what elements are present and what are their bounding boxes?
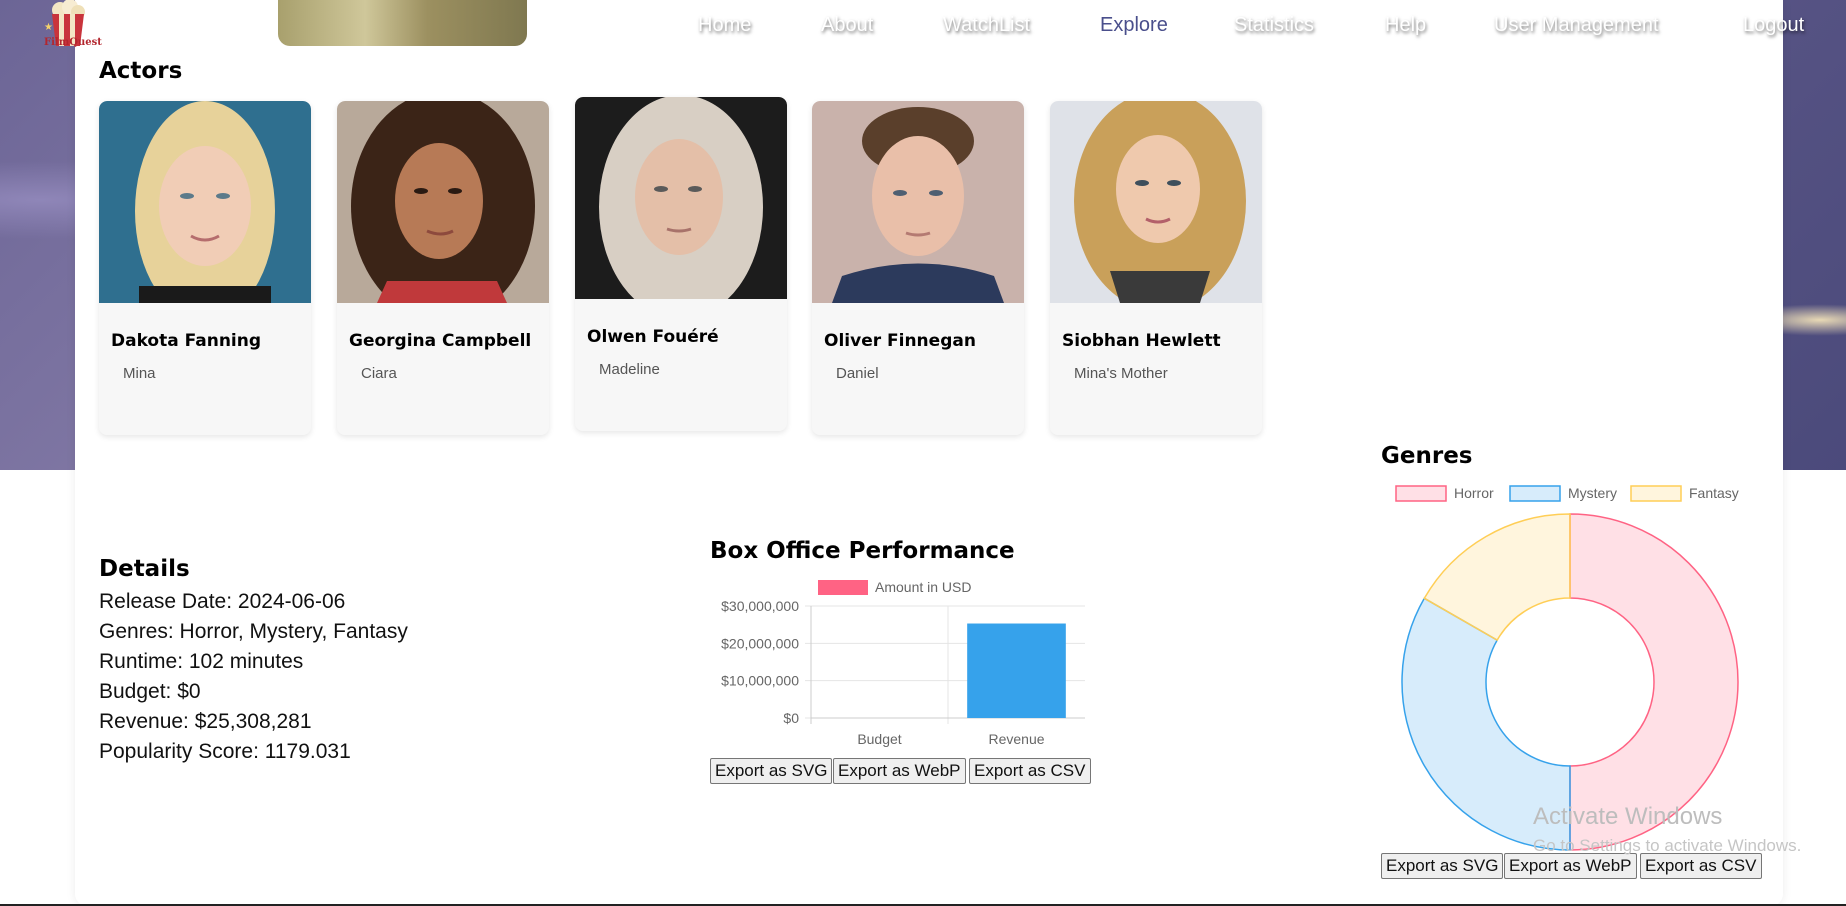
nav-about[interactable]: About <box>821 14 873 37</box>
box-office-export-webp-button[interactable]: Export as WebP <box>833 758 966 784</box>
actor-role: Mina <box>123 365 156 382</box>
actor-card[interactable]: Olwen Fouéré Madeline <box>575 97 787 431</box>
actor-name: Oliver Finnegan <box>824 331 976 351</box>
actor-name: Siobhan Hewlett <box>1062 331 1221 351</box>
actor-photo <box>1050 101 1262 303</box>
nav-help[interactable]: Help <box>1385 14 1426 37</box>
detail-popularity: Popularity Score: 1179.031 <box>99 740 351 763</box>
box-office-title: Box Office Performance <box>710 538 1015 564</box>
legend-label-horror: Horror <box>1454 485 1494 501</box>
genres-export-webp-button[interactable]: Export as WebP <box>1504 853 1637 879</box>
details-title: Details <box>99 556 190 582</box>
genres-doughnut-chart: Horror Mystery Fantasy <box>1395 485 1739 851</box>
legend-swatch-fantasy <box>1630 485 1682 502</box>
legend-label: Amount in USD <box>875 579 971 595</box>
legend-swatch <box>818 580 868 595</box>
genres-title: Genres <box>1381 443 1473 469</box>
actor-photo <box>812 101 1024 303</box>
detail-release-date: Release Date: 2024-06-06 <box>99 590 346 613</box>
actor-name: Olwen Fouéré <box>587 327 719 347</box>
actor-photo <box>99 101 311 303</box>
box-office-export-svg-button[interactable]: Export as SVG <box>710 758 833 784</box>
legend-swatch-mystery <box>1509 485 1561 502</box>
actor-role: Ciara <box>361 365 397 382</box>
detail-budget: Budget: $0 <box>99 680 201 703</box>
actor-card[interactable]: Georgina Campbell Ciara <box>337 101 549 435</box>
x-tick-label: Budget <box>857 731 901 747</box>
box-office-bar-chart: Amount in USD $0 $10,000,000 $20,000,000 $30… <box>721 579 1085 747</box>
y-tick-label: $0 <box>783 710 799 726</box>
legend-label-mystery: Mystery <box>1568 485 1617 501</box>
actor-role: Daniel <box>836 365 879 382</box>
nav-user-management[interactable]: User Management <box>1494 14 1659 37</box>
y-tick-label: $20,000,000 <box>721 635 799 651</box>
y-tick-label: $30,000,000 <box>721 598 799 614</box>
slice-horror <box>1569 513 1739 851</box>
main-nav: Home About WatchList Explore Statistics … <box>0 14 1846 44</box>
nav-logout[interactable]: Logout <box>1743 14 1804 37</box>
actor-role: Madeline <box>599 361 660 378</box>
nav-home[interactable]: Home <box>698 14 751 37</box>
nav-explore[interactable]: Explore <box>1100 14 1168 37</box>
actor-name: Georgina Campbell <box>349 331 532 351</box>
windows-watermark-title: Activate Windows <box>1533 803 1723 830</box>
detail-genres: Genres: Horror, Mystery, Fantasy <box>99 620 408 643</box>
detail-runtime: Runtime: 102 minutes <box>99 650 304 673</box>
legend-swatch-horror <box>1395 485 1447 502</box>
genres-export-csv-button[interactable]: Export as CSV <box>1640 853 1762 879</box>
nav-statistics[interactable]: Statistics <box>1234 14 1314 37</box>
actor-name: Dakota Fanning <box>111 331 262 351</box>
nav-watchlist[interactable]: WatchList <box>943 14 1030 37</box>
legend-label-fantasy: Fantasy <box>1689 485 1739 501</box>
windows-watermark-subtitle: Go to Settings to activate Windows. <box>1533 836 1802 855</box>
actor-card[interactable]: Siobhan Hewlett Mina's Mother <box>1050 101 1262 435</box>
x-tick-label: Revenue <box>988 731 1044 747</box>
y-tick-label: $10,000,000 <box>721 673 799 689</box>
actors-title: Actors <box>99 58 183 84</box>
actor-card[interactable]: Oliver Finnegan Daniel <box>812 101 1024 435</box>
genres-export-svg-button[interactable]: Export as SVG <box>1381 853 1504 879</box>
box-office-export-csv-button[interactable]: Export as CSV <box>969 758 1091 784</box>
detail-revenue: Revenue: $25,308,281 <box>99 710 312 733</box>
actor-photo <box>575 97 787 299</box>
bar-revenue <box>967 623 1066 718</box>
actor-role: Mina's Mother <box>1074 365 1168 382</box>
actor-card[interactable]: Dakota Fanning Mina <box>99 101 311 435</box>
actor-photo <box>337 101 549 303</box>
